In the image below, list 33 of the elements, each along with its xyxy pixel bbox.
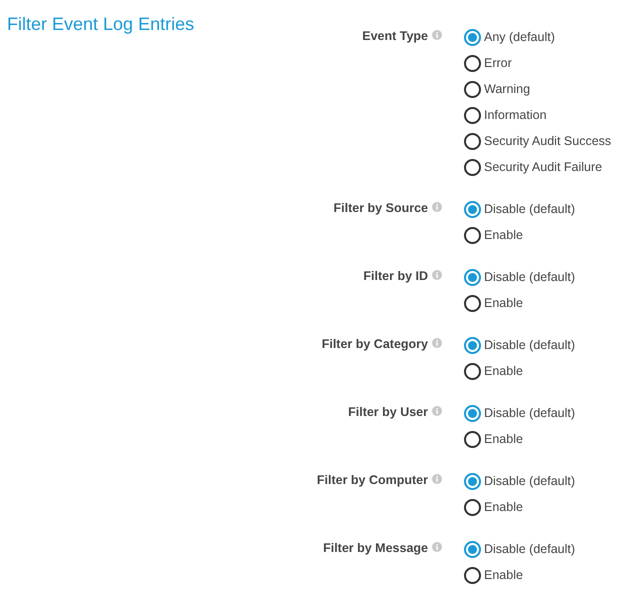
radio-option[interactable]: Warning — [464, 76, 612, 102]
info-icon[interactable] — [432, 270, 442, 280]
info-icon[interactable] — [432, 30, 442, 40]
radio-option[interactable]: Disable (default) — [464, 536, 576, 562]
radio-option[interactable]: Disable (default) — [464, 196, 576, 222]
info-icon[interactable] — [432, 474, 442, 484]
info-icon[interactable] — [432, 202, 442, 212]
field-label: Filter by User — [348, 404, 428, 421]
radio-option[interactable]: Enable — [464, 290, 576, 316]
field-label: Filter by Computer — [316, 472, 428, 489]
radio-option[interactable]: Enable — [464, 494, 576, 520]
info-icon[interactable] — [432, 338, 442, 348]
info-icon[interactable] — [432, 542, 442, 552]
field-label: Filter by Category — [322, 336, 428, 353]
radio-option[interactable]: Enable — [464, 358, 576, 384]
page-title: Filter Event Log Entries — [7, 13, 196, 35]
field-label: Filter by ID — [363, 268, 428, 285]
radio-option[interactable]: Security Audit Failure — [464, 154, 612, 180]
info-icon[interactable] — [432, 406, 442, 416]
radio-option[interactable]: Enable — [464, 562, 576, 588]
radio-option[interactable]: Any (default) — [464, 24, 612, 50]
radio-option[interactable]: Enable — [464, 222, 576, 248]
field-label: Filter by Source — [334, 200, 428, 217]
radio-option[interactable]: Information — [464, 102, 612, 128]
field-label: Filter by Message — [323, 540, 428, 557]
radio-option[interactable]: Disable (default) — [464, 332, 576, 358]
radio-option[interactable]: Enable — [464, 426, 576, 452]
radio-option[interactable]: Disable (default) — [464, 264, 576, 290]
field-label: Event Type — [362, 28, 428, 45]
radio-option[interactable]: Disable (default) — [464, 400, 576, 426]
radio-option[interactable]: Error — [464, 50, 612, 76]
radio-option[interactable]: Disable (default) — [464, 468, 576, 494]
radio-option[interactable]: Security Audit Success — [464, 128, 612, 154]
